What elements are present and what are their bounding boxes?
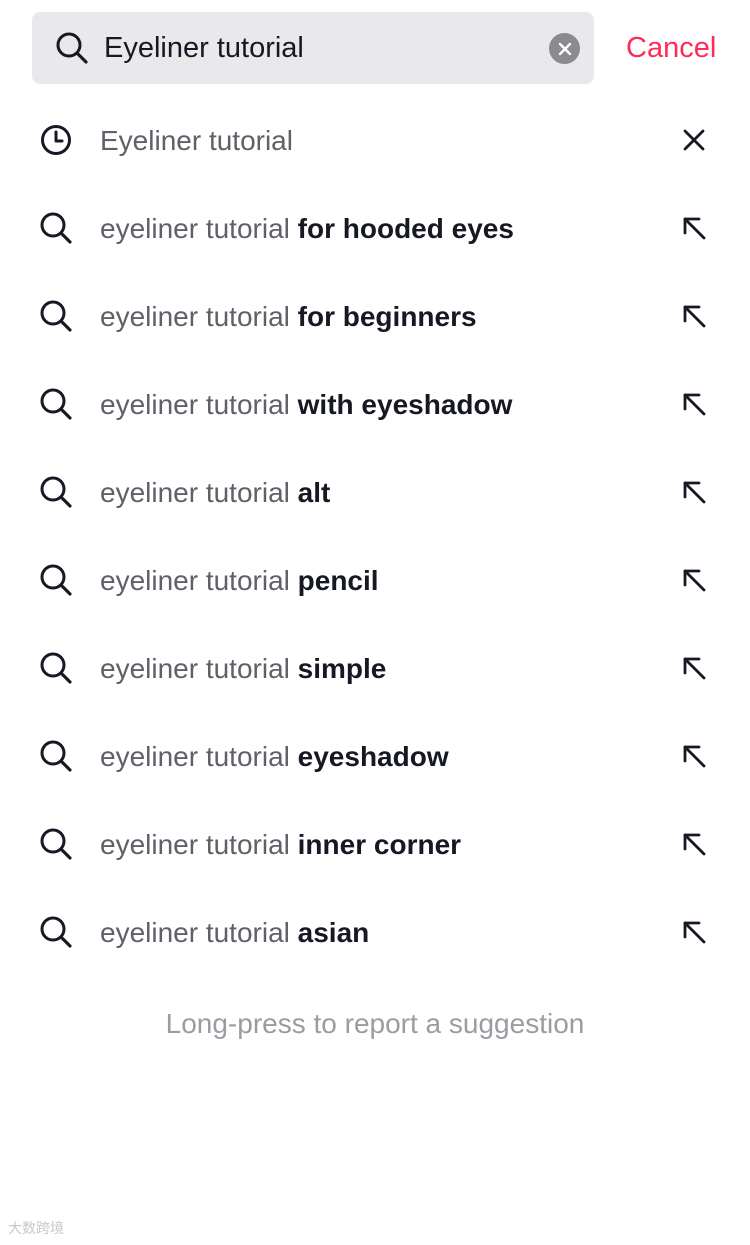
arrow-up-left-icon[interactable] (678, 828, 710, 860)
cancel-button[interactable]: Cancel (626, 28, 716, 68)
suggestion-suffix: simple (297, 653, 387, 684)
suggestion-prefix: eyeliner tutorial (100, 477, 298, 508)
arrow-up-left-icon[interactable] (678, 212, 710, 244)
suggestion-text: eyeliner tutorial for hooded eyes (100, 209, 514, 249)
suggestion-text: eyeliner tutorial with eyeshadow (100, 385, 512, 425)
suggestion-prefix: eyeliner tutorial (100, 917, 298, 948)
suggestion-prefix: eyeliner tutorial (100, 389, 298, 420)
history-item-label: Eyeliner tutorial (100, 125, 293, 156)
suggestion-text: eyeliner tutorial eyeshadow (100, 737, 449, 777)
search-icon (40, 388, 72, 420)
suggestion-prefix: eyeliner tutorial (100, 301, 298, 332)
suggestion-suffix: asian (297, 917, 370, 948)
suggestion-suffix: pencil (297, 565, 379, 596)
search-icon (56, 32, 88, 64)
clear-search-button[interactable] (549, 33, 580, 64)
suggestion-suffix: for hooded eyes (297, 213, 514, 244)
history-item[interactable]: Eyeliner tutorial (0, 97, 750, 185)
suggestion-item[interactable]: eyeliner tutorial eyeshadow (0, 713, 750, 801)
suggestion-prefix: eyeliner tutorial (100, 741, 298, 772)
search-icon (40, 212, 72, 244)
report-suggestion-hint: Long-press to report a suggestion (165, 1008, 585, 1039)
arrow-up-left-icon[interactable] (678, 300, 710, 332)
suggestion-text: eyeliner tutorial pencil (100, 561, 379, 601)
suggestion-item[interactable]: eyeliner tutorial inner corner (0, 801, 750, 889)
arrow-up-left-icon[interactable] (678, 564, 710, 596)
arrow-up-left-icon[interactable] (678, 476, 710, 508)
suggestion-item[interactable]: eyeliner tutorial for hooded eyes (0, 185, 750, 273)
suggestion-text: eyeliner tutorial inner corner (100, 825, 461, 865)
suggestion-item[interactable]: eyeliner tutorial alt (0, 449, 750, 537)
suggestion-item[interactable]: eyeliner tutorial simple (0, 625, 750, 713)
search-bar[interactable] (32, 12, 594, 84)
suggestion-prefix: eyeliner tutorial (100, 213, 298, 244)
search-icon (40, 828, 72, 860)
suggestion-suffix: inner corner (297, 829, 462, 860)
search-icon (40, 564, 72, 596)
search-icon (40, 300, 72, 332)
suggestion-text: eyeliner tutorial alt (100, 473, 330, 513)
suggestion-prefix: eyeliner tutorial (100, 653, 298, 684)
arrow-up-left-icon[interactable] (678, 740, 710, 772)
suggestion-prefix: eyeliner tutorial (100, 829, 298, 860)
search-icon (40, 916, 72, 948)
suggestion-prefix: eyeliner tutorial (100, 565, 298, 596)
suggestion-suffix: for beginners (297, 301, 477, 332)
search-icon (40, 740, 72, 772)
arrow-up-left-icon[interactable] (678, 388, 710, 420)
clock-icon (41, 125, 71, 155)
suggestion-text: eyeliner tutorial asian (100, 913, 369, 953)
suggestion-item[interactable]: eyeliner tutorial pencil (0, 537, 750, 625)
close-icon[interactable] (678, 124, 710, 156)
suggestion-suffix: alt (297, 477, 331, 508)
arrow-up-left-icon[interactable] (678, 652, 710, 684)
suggestion-text: eyeliner tutorial simple (100, 649, 386, 689)
suggestion-item[interactable]: eyeliner tutorial for beginners (0, 273, 750, 361)
clear-icon (558, 42, 571, 55)
search-input[interactable] (104, 12, 534, 84)
suggestion-list: Eyeliner tutorial eyeliner tutorial for … (0, 97, 750, 977)
suggestion-suffix: with eyeshadow (297, 389, 513, 420)
suggestion-item[interactable]: eyeliner tutorial asian (0, 889, 750, 977)
suggestion-suffix: eyeshadow (297, 741, 449, 772)
watermark: 大数跨境 (8, 1220, 64, 1236)
arrow-up-left-icon[interactable] (678, 916, 710, 948)
suggestion-item[interactable]: eyeliner tutorial with eyeshadow (0, 361, 750, 449)
search-icon (40, 652, 72, 684)
search-icon (40, 476, 72, 508)
suggestion-text: eyeliner tutorial for beginners (100, 297, 477, 337)
